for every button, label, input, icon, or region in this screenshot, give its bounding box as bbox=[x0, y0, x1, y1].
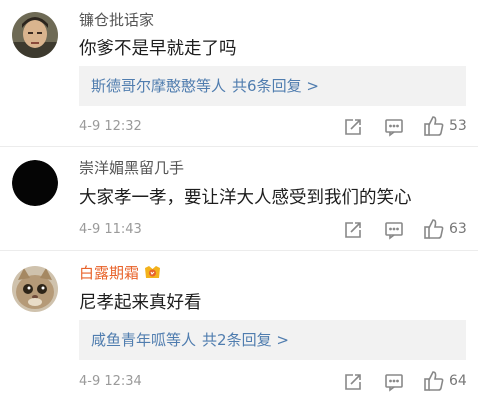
avatar[interactable] bbox=[12, 266, 58, 312]
share-icon[interactable] bbox=[343, 220, 363, 240]
comment-text: 你爹不是早就走了吗 bbox=[79, 39, 237, 59]
share-icon[interactable] bbox=[343, 117, 363, 137]
like-icon[interactable] bbox=[423, 115, 445, 137]
reply-count-link[interactable]: 共6条回复 > bbox=[232, 77, 319, 95]
reply-usernames[interactable]: 咸鱼青年呱 bbox=[91, 331, 166, 349]
reply-etc: 等人 bbox=[196, 77, 227, 95]
reply-etc: 等人 bbox=[166, 331, 197, 349]
vip-badge-icon bbox=[144, 265, 161, 280]
username[interactable]: 白露期霜 bbox=[79, 262, 161, 283]
divider bbox=[0, 250, 478, 251]
like-count: 64 bbox=[449, 373, 467, 389]
avatar[interactable] bbox=[12, 12, 58, 58]
comment-text: 尼孝起来真好看 bbox=[79, 293, 202, 313]
like-icon[interactable] bbox=[423, 370, 445, 392]
share-icon[interactable] bbox=[343, 372, 363, 392]
divider bbox=[0, 146, 478, 147]
comment-icon[interactable] bbox=[384, 117, 404, 137]
reply-usernames[interactable]: 斯德哥尔摩憨憨 bbox=[91, 77, 196, 95]
username[interactable]: 镰仓批话家 bbox=[79, 9, 154, 30]
comment-text: 大家孝一孝，要让洋大人感受到我们的笑心 bbox=[79, 188, 412, 208]
reply-count-link[interactable]: 共2条回复 > bbox=[202, 331, 289, 349]
timestamp: 4-9 12:34 bbox=[79, 374, 142, 389]
replies-preview[interactable]: 咸鱼青年呱等人 共2条回复 > bbox=[79, 320, 466, 360]
replies-preview[interactable]: 斯德哥尔摩憨憨等人 共6条回复 > bbox=[79, 66, 466, 106]
timestamp: 4-9 12:32 bbox=[79, 119, 142, 134]
username-text[interactable]: 白露期霜 bbox=[79, 264, 139, 282]
timestamp: 4-9 11:43 bbox=[79, 222, 142, 237]
username[interactable]: 崇洋媚黑留几手 bbox=[79, 157, 184, 178]
like-icon[interactable] bbox=[423, 218, 445, 240]
avatar[interactable] bbox=[12, 160, 58, 206]
comment-icon[interactable] bbox=[384, 372, 404, 392]
like-count: 63 bbox=[449, 221, 467, 237]
comment-icon[interactable] bbox=[384, 220, 404, 240]
like-count: 53 bbox=[449, 118, 467, 134]
